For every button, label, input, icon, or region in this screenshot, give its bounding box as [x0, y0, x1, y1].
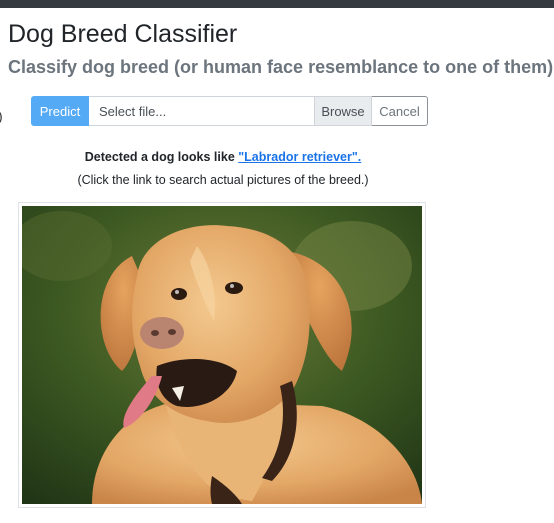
breed-link[interactable]: "Labrador retriever".: [238, 150, 361, 164]
predict-button[interactable]: Predict: [31, 96, 89, 126]
browse-button[interactable]: Browse: [314, 96, 372, 126]
top-bar: [0, 0, 554, 8]
uploaded-image-frame: [18, 202, 426, 508]
page-title: Dog Breed Classifier: [8, 20, 238, 48]
upload-input-group: Predict Select file... Browse Cancel: [31, 96, 428, 126]
dog-photo: [22, 206, 422, 504]
page-subtitle: Classify dog breed (or human face resemb…: [8, 57, 554, 77]
cancel-button[interactable]: Cancel: [372, 96, 428, 126]
left-edge-clip: ): [0, 108, 3, 124]
result-hint: (Click the link to search actual picture…: [77, 173, 369, 187]
result-lead-text: Detected a dog looks like: [84, 150, 239, 164]
file-input[interactable]: Select file...: [89, 96, 314, 126]
result-message: Detected a dog looks like "Labrador retr…: [0, 150, 446, 164]
